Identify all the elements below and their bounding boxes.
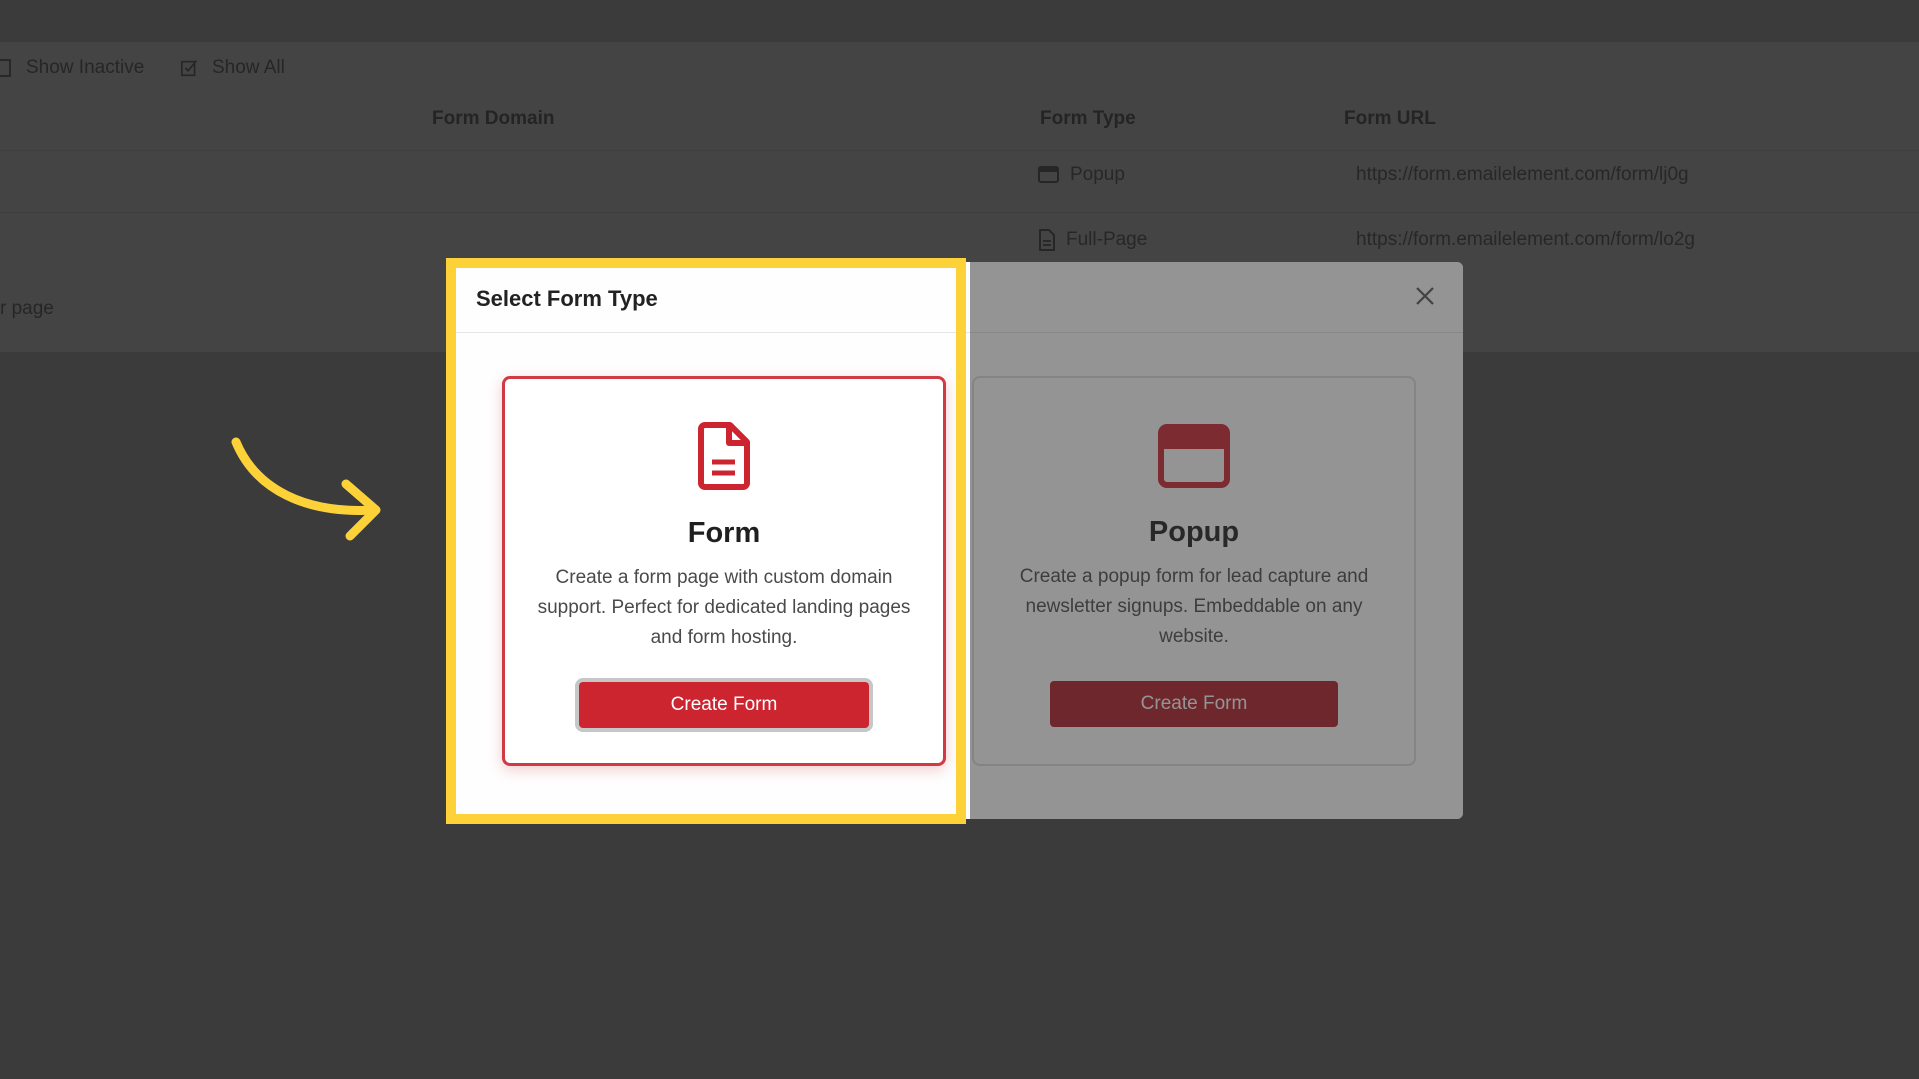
filter-toolbar: Show Inactive Show All [0,42,1919,94]
popup-option-description: Create a popup form for lead capture and… [1019,566,1369,647]
row-divider [0,150,1919,151]
create-popup-button[interactable]: Create Form [1050,681,1338,727]
table-row-url[interactable]: https://form.emailelement.com/form/lj0g [1356,164,1689,186]
edit-check-icon [181,60,197,77]
show-all-label: Show All [212,57,285,78]
modal-header: Select Form Type [452,262,1463,333]
table-row-type: Popup [1038,164,1125,186]
window-icon [1038,166,1059,183]
pagination-label: r page [0,298,54,319]
form-option-title: Form [687,517,761,549]
row-divider [0,212,1919,213]
pointer-arrow-icon [231,437,381,541]
document-icon [1039,229,1055,251]
close-icon[interactable] [1411,282,1439,310]
form-option-description: Create a form page with custom domain su… [537,567,911,648]
form-option-card[interactable]: Form Create a form page with custom doma… [502,376,946,766]
document-icon [698,422,750,490]
row-type-label: Full-Page [1066,229,1148,250]
browser-window-icon [1158,424,1230,488]
row-type-label: Popup [1070,164,1125,185]
select-form-type-modal: Select Form Type Form Create a form page… [452,262,1463,819]
popup-option-card[interactable]: Popup Create a popup form for lead captu… [972,376,1416,766]
show-inactive-filter[interactable]: Show Inactive [0,42,144,94]
modal-title: Select Form Type [476,286,658,311]
column-header-domain[interactable]: Form Domain [432,108,554,130]
show-inactive-label: Show Inactive [26,57,145,78]
create-form-button[interactable]: Create Form [579,682,869,728]
table-row-url[interactable]: https://form.emailelement.com/form/lo2g [1356,229,1695,251]
checkbox-icon [0,59,11,77]
column-header-type[interactable]: Form Type [1040,108,1136,130]
column-header-url[interactable]: Form URL [1344,108,1436,130]
table-row-type: Full-Page [1038,229,1147,251]
show-all-filter[interactable]: Show All [180,42,285,94]
popup-option-title: Popup [1148,516,1240,548]
